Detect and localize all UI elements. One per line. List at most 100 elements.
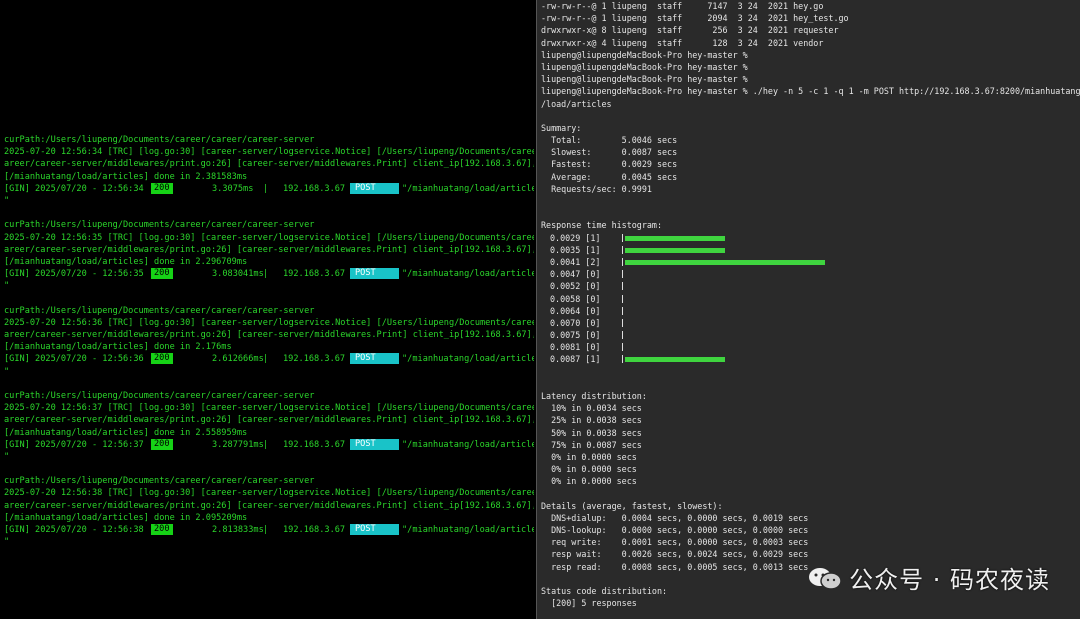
histogram-label: 0.0052 [0] — [550, 281, 601, 292]
gin-access-line: [GIN] 2025/07/20 - 12:56:37 | 200 3.287791… — [4, 438, 534, 451]
watermark: 公众号 · 码农夜读 — [807, 560, 1050, 595]
client-ip: 192.168.3.67 — [283, 269, 346, 280]
histogram-row: 0.0047 [0] — [537, 268, 1080, 280]
request-path: "/mianhuatang/load/articles — [402, 354, 534, 365]
separator: | — [263, 354, 269, 365]
response-time-histogram: 0.0029 [1] 0.0035 [1] 0.0041 [2] 0.0047 [0]… — [537, 232, 1080, 366]
histogram-label: 0.0075 [0] — [550, 330, 601, 341]
log-line: [/mianhuatang/load/articles] done in 2.5… — [4, 427, 248, 438]
latency-row: 75% in 0.0087 secs — [541, 439, 642, 450]
histogram-axis-tick — [622, 245, 623, 254]
separator: | — [263, 525, 269, 535]
log-line: 2025-07-20 12:56:36 [TRC] [log.go:30] [c… — [4, 317, 534, 328]
summary-row: Total: 5.0046 secs — [541, 135, 678, 146]
details-title: Details (average, fastest, slowest): — [541, 500, 723, 511]
log-line: 2025-07-20 12:56:37 [TRC] [log.go:30] [c… — [4, 403, 534, 414]
shell-prompt: liupeng@liupengdeMacBook-Pro hey-master … — [541, 61, 748, 72]
details-row: DNS-lookup: 0.0000 secs, 0.0000 secs, 0.… — [541, 525, 809, 536]
log-line: curPath:/Users/liupeng/Documents/career/… — [4, 135, 315, 145]
log-line: areer/career-server/middlewares/print.go… — [4, 159, 534, 170]
log-line: curPath:/Users/liupeng/Documents/career/… — [4, 476, 315, 487]
summary-row: Requests/sec: 0.9991 — [541, 183, 652, 194]
log-tail: " — [4, 366, 10, 377]
log-line: areer/career-server/middlewares/print.go… — [4, 244, 534, 255]
histogram-label: 0.0029 [1] — [550, 232, 601, 243]
summary-row: Slowest: 0.0087 secs — [541, 147, 678, 158]
server-log: curPath:/Users/liupeng/Documents/career/… — [4, 134, 534, 561]
histogram-axis-tick — [622, 282, 623, 291]
log-block: curPath:/Users/liupeng/Documents/career/… — [4, 475, 534, 548]
histogram-axis-tick — [622, 257, 623, 266]
histogram-axis-tick — [622, 270, 623, 279]
command-line: liupeng@liupengdeMacBook-Pro hey-master … — [541, 86, 1080, 97]
latency-row: 25% in 0.0038 secs — [541, 415, 642, 426]
histogram-axis-tick — [622, 233, 623, 242]
log-block: curPath:/Users/liupeng/Documents/career/… — [4, 134, 534, 207]
file-listing-row: drwxrwxr-x@ 4 liupeng staff 128 3 24 202… — [541, 37, 824, 48]
status-line: [200] 5 responses — [541, 598, 637, 609]
method-badge: POST — [350, 182, 399, 194]
histogram-bar — [625, 357, 725, 363]
histogram-row: 0.0075 [0] — [537, 329, 1080, 341]
histogram-label: 0.0064 [0] — [550, 305, 601, 316]
histogram-row: 0.0081 [0] — [537, 341, 1080, 353]
latency-row: 50% in 0.0038 secs — [541, 427, 642, 438]
log-line: [/mianhuatang/load/articles] done in 2.0… — [4, 512, 248, 523]
latency-row: 10% in 0.0034 secs — [541, 403, 642, 414]
histogram-row: 0.0087 [1] — [537, 353, 1080, 365]
log-line: [/mianhuatang/load/articles] done in 2.2… — [4, 256, 248, 267]
separator: | — [263, 269, 269, 280]
command-line-cont: /load/articles — [541, 98, 612, 109]
details-row: DNS+dialup: 0.0004 secs, 0.0000 secs, 0.… — [541, 512, 809, 523]
log-block: curPath:/Users/liupeng/Documents/career/… — [4, 305, 534, 378]
histogram-label: 0.0035 [1] — [550, 244, 601, 255]
summary-row: Fastest: 0.0029 secs — [541, 159, 678, 170]
latency-title: Latency distribution: — [541, 391, 647, 401]
histogram-axis-tick — [622, 294, 623, 303]
latency-value: 3.083041ms — [212, 269, 264, 280]
log-line: curPath:/Users/liupeng/Documents/career/… — [4, 305, 315, 316]
file-listing-row: -rw-rw-r--@ 1 liupeng staff 2094 3 24 20… — [541, 13, 849, 24]
latency-value: 2.612666ms — [212, 354, 264, 365]
histogram-axis-tick — [622, 318, 623, 327]
wechat-icon — [807, 566, 843, 590]
gin-prefix: [GIN] 2025/07/20 - 12:56:36 | — [4, 354, 155, 365]
details-row: req write: 0.0001 secs, 0.0000 secs, 0.0… — [541, 537, 809, 548]
request-path: "/mianhuatang/load/articles — [402, 439, 534, 450]
gin-access-line: [GIN] 2025/07/20 - 12:56:36 | 200 2.612666… — [4, 353, 534, 365]
log-line: areer/career-server/middlewares/print.go… — [4, 330, 534, 340]
request-path: "/mianhuatang/load/articles — [402, 183, 534, 194]
gin-access-line: [GIN] 2025/07/20 - 12:56:35 | 200 3.083041… — [4, 268, 534, 280]
shell-prompt: liupeng@liupengdeMacBook-Pro hey-master … — [541, 49, 748, 60]
latency-row: 0% in 0.0000 secs — [541, 464, 637, 475]
gin-prefix: [GIN] 2025/07/20 - 12:56:34 | — [4, 183, 155, 194]
right-terminal-pane[interactable]: -rw-rw-r--@ 1 liupeng staff 7147 3 24 20… — [537, 0, 1080, 619]
summary-row: Average: 0.0045 secs — [541, 171, 678, 182]
status-badge: 200 — [151, 182, 173, 194]
log-block: curPath:/Users/liupeng/Documents/career/… — [4, 390, 534, 463]
log-tail: " — [4, 195, 10, 206]
client-ip: 192.168.3.67 — [283, 183, 346, 194]
method-badge: POST — [350, 438, 399, 450]
log-block: curPath:/Users/liupeng/Documents/career/… — [4, 219, 534, 292]
gin-prefix: [GIN] 2025/07/20 - 12:56:35 | — [4, 269, 155, 280]
file-listing-row: -rw-rw-r--@ 1 liupeng staff 7147 3 24 20… — [541, 1, 824, 11]
left-terminal-pane[interactable]: curPath:/Users/liupeng/Documents/career/… — [0, 0, 536, 619]
separator: | — [263, 439, 269, 450]
status-badge: 200 — [151, 268, 173, 280]
latency-value: 3.3075ms — [212, 183, 254, 194]
client-ip: 192.168.3.67 — [283, 439, 346, 450]
log-line: 2025-07-20 12:56:35 [TRC] [log.go:30] [c… — [4, 232, 534, 243]
method-badge: POST — [350, 524, 399, 535]
gin-access-line: [GIN] 2025/07/20 - 12:56:34 | 200 3.3075ms… — [4, 182, 534, 195]
histogram-row: 0.0052 [0] — [537, 280, 1080, 292]
histogram-label: 0.0070 [0] — [550, 317, 601, 328]
log-line: areer/career-server/middlewares/print.go… — [4, 415, 534, 426]
log-tail: " — [4, 537, 10, 548]
log-tail: " — [4, 281, 10, 292]
histogram-bar — [625, 235, 725, 241]
log-line: 2025-07-20 12:56:38 [TRC] [log.go:30] [c… — [4, 488, 534, 499]
method-badge: POST — [350, 353, 399, 365]
shell-prompt: liupeng@liupengdeMacBook-Pro hey-master … — [541, 74, 748, 85]
hey-output: -rw-rw-r--@ 1 liupeng staff 7147 3 24 20… — [537, 0, 1080, 609]
